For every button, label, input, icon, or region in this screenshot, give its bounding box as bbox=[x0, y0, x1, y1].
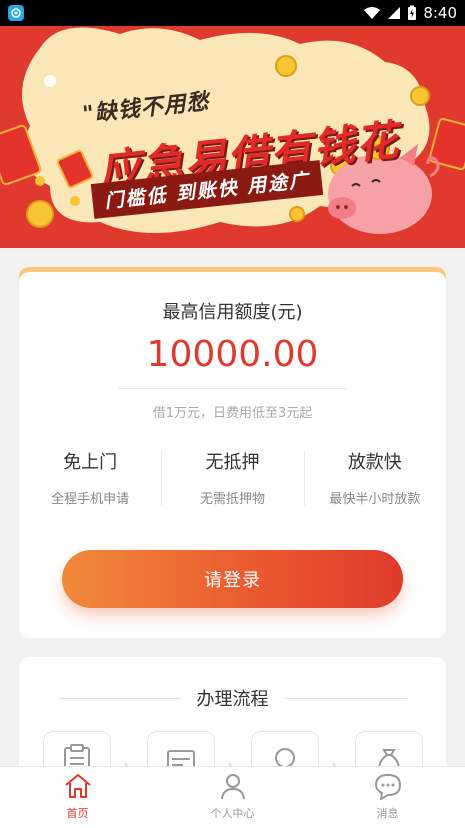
credit-card: 最高信用额度(元) 10000.00 借1万元，日费用低至3元起 免上门 全程手… bbox=[19, 272, 446, 638]
message-icon bbox=[374, 773, 401, 800]
divider bbox=[284, 697, 407, 699]
process-header: 办理流程 bbox=[19, 685, 446, 711]
credit-limit-note: 借1万元，日费用低至3元起 bbox=[152, 406, 313, 421]
feature-item: 放款快 最快半小时放款 bbox=[303, 448, 446, 507]
nav-label: 消息 bbox=[376, 807, 399, 820]
divider bbox=[58, 697, 181, 699]
credit-limit-amount: 10000.00 bbox=[146, 334, 319, 375]
credit-limit-title: 最高信用额度(元) bbox=[162, 302, 303, 323]
divider bbox=[118, 388, 347, 389]
nav-item-messages[interactable]: 消息 bbox=[310, 767, 465, 828]
feature-item: 无抵押 无需抵押物 bbox=[161, 448, 303, 507]
feature-desc: 全程手机申请 bbox=[51, 492, 130, 507]
wifi-icon bbox=[364, 7, 381, 19]
battery-icon bbox=[408, 5, 417, 20]
feature-title: 免上门 bbox=[63, 452, 118, 473]
status-time: 8:40 bbox=[423, 4, 457, 22]
login-button[interactable]: 请登录 bbox=[62, 550, 403, 608]
process-title: 办理流程 bbox=[196, 689, 269, 710]
home-icon bbox=[64, 774, 91, 798]
person-icon bbox=[220, 774, 245, 800]
bottom-navigation: 首页 个人中心 消息 bbox=[0, 766, 465, 828]
app-notification-icon bbox=[8, 5, 24, 21]
promo-banner[interactable]: "缺钱不用愁 应急易借有钱花 门槛低 到账快 用途广 bbox=[0, 26, 465, 248]
feature-desc: 最快半小时放款 bbox=[329, 492, 421, 507]
feature-title: 放款快 bbox=[347, 452, 402, 473]
nav-item-home[interactable]: 首页 bbox=[0, 767, 155, 828]
feature-list: 免上门 全程手机申请 无抵押 无需抵押物 放款快 最快半小时放款 bbox=[19, 448, 446, 507]
nav-label: 首页 bbox=[66, 807, 89, 820]
feature-item: 免上门 全程手机申请 bbox=[19, 448, 161, 507]
feature-title: 无抵押 bbox=[205, 452, 260, 473]
status-bar: 8:40 bbox=[0, 0, 465, 26]
feature-desc: 无需抵押物 bbox=[199, 492, 265, 507]
signal-icon bbox=[388, 7, 401, 19]
nav-item-profile[interactable]: 个人中心 bbox=[155, 767, 310, 828]
nav-label: 个人中心 bbox=[210, 807, 255, 820]
